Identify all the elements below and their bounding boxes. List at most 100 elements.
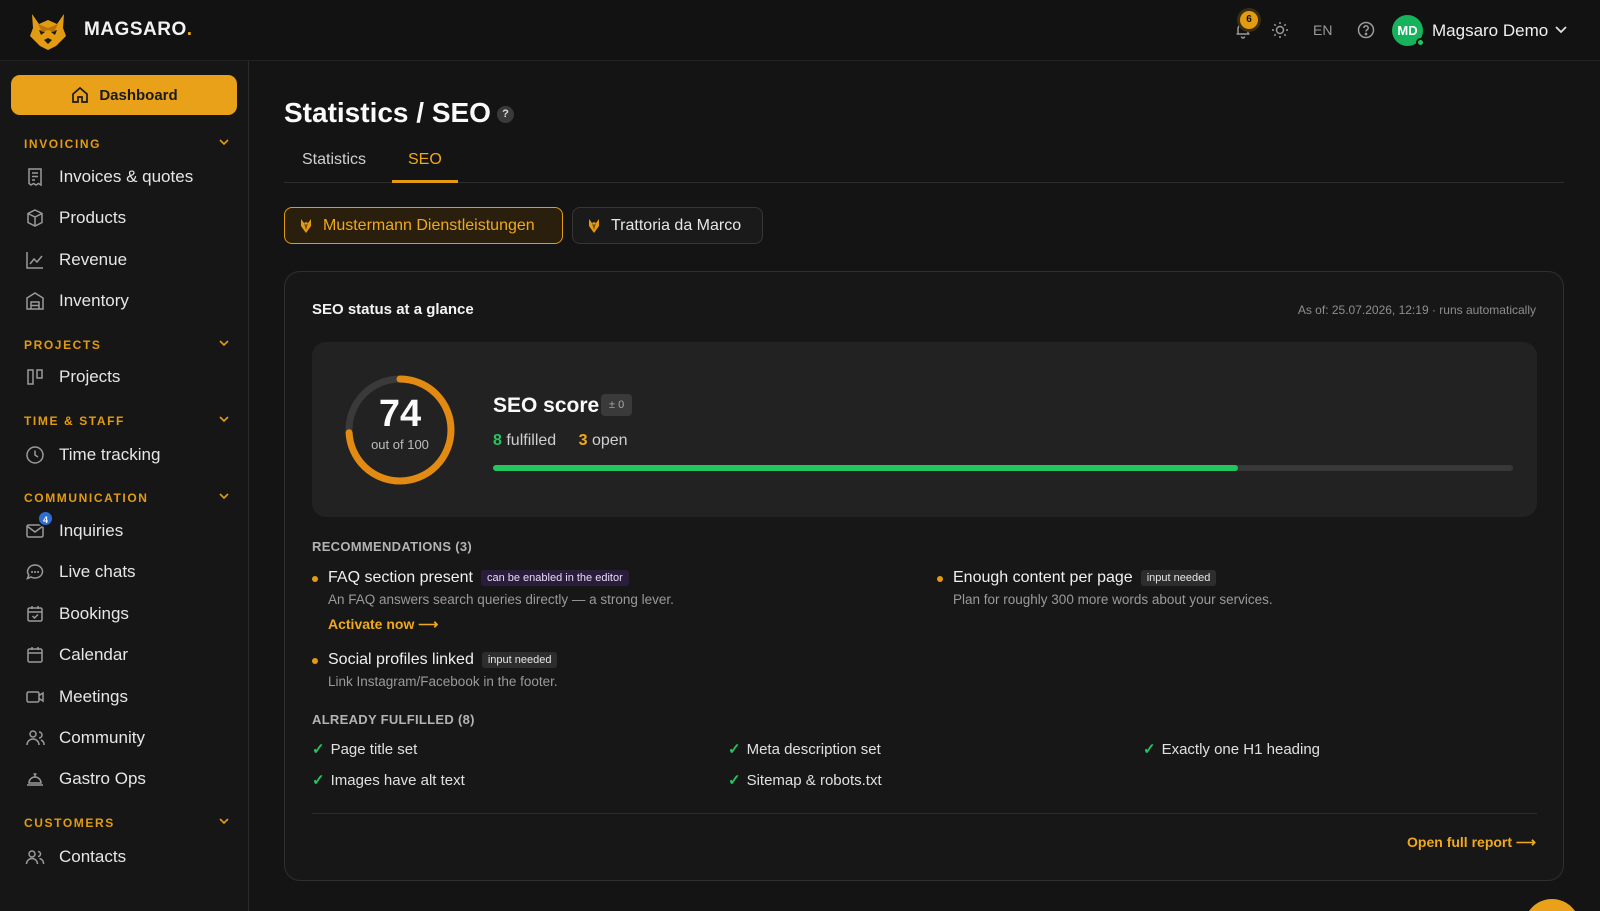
- chevron-down-icon[interactable]: [1554, 25, 1568, 35]
- recommendation-desc: Link Instagram/Facebook in the footer.: [328, 674, 558, 689]
- fulfilled-item: ✓ Sitemap & robots.txt: [728, 771, 882, 790]
- clock-icon: [26, 446, 44, 464]
- score-scale: out of 100: [371, 437, 429, 452]
- chevron-down-icon[interactable]: [218, 339, 230, 348]
- score-progress-fill: [493, 465, 1238, 471]
- activate-now-link[interactable]: Activate now ⟶: [328, 616, 438, 633]
- recommendation-desc: An FAQ answers search queries directly —…: [328, 592, 674, 607]
- sidebar-item-revenue[interactable]: Revenue: [24, 246, 234, 274]
- inquiries-count-badge: 4: [37, 510, 54, 527]
- notification-badge[interactable]: 6: [1240, 11, 1258, 29]
- page-title: Statistics / SEO: [284, 97, 491, 128]
- wolf-logo-icon: [301, 218, 311, 233]
- contacts-icon: [25, 850, 45, 865]
- recommendation-tag: input needed: [1140, 570, 1217, 586]
- recommendation-title: Social profiles linked: [328, 651, 474, 668]
- card-divider: [312, 813, 1537, 814]
- sidebar-item-gastro-ops[interactable]: Gastro Ops: [24, 765, 234, 793]
- seo-status-card: SEO status at a glance As of: 25.07.2026…: [284, 271, 1564, 881]
- recommendation-desc: Plan for roughly 300 more words about yo…: [953, 592, 1273, 607]
- recommendation-title: FAQ section present: [328, 569, 473, 586]
- fulfilled-heading: ALREADY FULFILLED (8): [312, 712, 475, 727]
- active-tab-indicator: [392, 180, 458, 183]
- sidebar-item-inventory[interactable]: Inventory: [24, 287, 234, 315]
- check-icon: ✓: [728, 741, 741, 758]
- chat-bubble-icon: [26, 564, 44, 580]
- community-icon: [26, 730, 45, 746]
- as-of-timestamp: As of: 25.07.2026, 12:19 · runs automati…: [1297, 303, 1536, 317]
- calendar-icon: [27, 647, 43, 663]
- dashboard-label: Dashboard: [99, 86, 178, 104]
- section-communication[interactable]: COMMUNICATION: [24, 491, 230, 505]
- sidebar-item-calendar[interactable]: Calendar: [24, 641, 234, 669]
- sidebar-item-inquiries[interactable]: Inquiries 4: [24, 510, 234, 545]
- score-delta-badge: ± 0: [601, 394, 633, 416]
- check-icon: ✓: [728, 772, 741, 789]
- user-name[interactable]: Magsaro Demo: [1432, 21, 1548, 41]
- calendar-check-icon: [27, 606, 43, 622]
- brand-name[interactable]: MAGSARO.: [84, 19, 193, 41]
- card-title: SEO status at a glance: [312, 301, 474, 318]
- fulfilled-item: ✓ Page title set: [312, 740, 418, 759]
- fulfilled-item: ✓ Images have alt text: [312, 771, 465, 790]
- help-question-icon[interactable]: ?: [497, 106, 514, 123]
- check-icon: ✓: [312, 741, 325, 758]
- sun-icon[interactable]: [1270, 20, 1290, 40]
- receipt-icon: [28, 168, 42, 187]
- sidebar-item-projects[interactable]: Projects: [24, 363, 234, 391]
- chevron-down-icon[interactable]: [218, 415, 230, 424]
- business-chip-mustermann[interactable]: Mustermann Dienstleistungen: [284, 207, 563, 244]
- recommendation-title: Enough content per page: [953, 569, 1133, 586]
- score-value: 74: [378, 393, 422, 435]
- section-time-staff[interactable]: TIME & STAFF: [24, 414, 230, 428]
- online-status-dot: [1416, 38, 1425, 47]
- score-label: SEO score: [493, 394, 600, 417]
- section-customers[interactable]: CUSTOMERS: [24, 816, 230, 830]
- wolf-logo-icon[interactable]: [26, 10, 70, 52]
- tab-statistics[interactable]: Statistics: [302, 151, 366, 169]
- dashboard-button[interactable]: Dashboard: [11, 75, 237, 115]
- home-icon: [72, 86, 89, 103]
- bullet-dot: [312, 658, 318, 664]
- sidebar-item-time-tracking[interactable]: Time tracking: [24, 441, 234, 469]
- top-bar: MAGSARO. 6 EN MD Magsaro Demo: [0, 0, 1600, 61]
- sidebar-item-community[interactable]: Community: [24, 724, 234, 752]
- bullet-dot: [937, 576, 943, 582]
- check-icon: ✓: [1143, 741, 1156, 758]
- sidebar-item-products[interactable]: Products: [24, 204, 234, 232]
- sidebar-item-contacts[interactable]: Contacts: [24, 843, 234, 871]
- recommendation-tag: input needed: [481, 652, 558, 668]
- sidebar-item-meetings[interactable]: Meetings: [24, 683, 234, 711]
- box-icon: [27, 209, 43, 227]
- sidebar: Dashboard INVOICING Invoices & quotes Pr…: [0, 61, 249, 911]
- sidebar-item-bookings[interactable]: Bookings: [24, 600, 234, 628]
- recommendation-tag: can be enabled in the editor: [480, 570, 629, 586]
- tab-seo[interactable]: SEO: [408, 151, 442, 169]
- cloche-icon: [27, 773, 43, 786]
- section-projects[interactable]: PROJECTS: [24, 338, 230, 352]
- chevron-down-icon[interactable]: [218, 817, 230, 826]
- chevron-down-icon[interactable]: [218, 138, 230, 147]
- score-panel: 74 out of 100 SEO score ± 0 8 fulfilled …: [312, 342, 1537, 517]
- main-content: Statistics / SEO ? Statistics SEO Muster…: [250, 61, 1600, 911]
- video-camera-icon: [26, 691, 44, 703]
- language-switch[interactable]: EN: [1313, 22, 1332, 38]
- warehouse-icon: [26, 292, 44, 310]
- wolf-logo-icon: [589, 218, 599, 233]
- fulfilled-item: ✓ Meta description set: [728, 740, 881, 759]
- recommendations-heading: RECOMMENDATIONS (3): [312, 539, 473, 554]
- line-chart-icon: [26, 252, 43, 269]
- score-progress-bar: [493, 465, 1513, 471]
- chevron-down-icon[interactable]: [218, 492, 230, 501]
- sidebar-item-live-chats[interactable]: Live chats: [24, 558, 234, 586]
- help-icon[interactable]: [1356, 20, 1376, 40]
- tab-bar: Statistics SEO: [284, 145, 1564, 183]
- open-full-report-link[interactable]: Open full report ⟶: [1407, 834, 1536, 851]
- fulfilled-item: ✓ Exactly one H1 heading: [1143, 740, 1321, 759]
- kanban-icon: [27, 369, 43, 385]
- check-counts: 8 fulfilled 3 open: [493, 432, 628, 449]
- bullet-dot: [312, 576, 318, 582]
- sidebar-item-invoices-quotes[interactable]: Invoices & quotes: [24, 163, 234, 191]
- business-chip-trattoria[interactable]: Trattoria da Marco: [572, 207, 763, 244]
- section-invoicing[interactable]: INVOICING: [24, 137, 230, 151]
